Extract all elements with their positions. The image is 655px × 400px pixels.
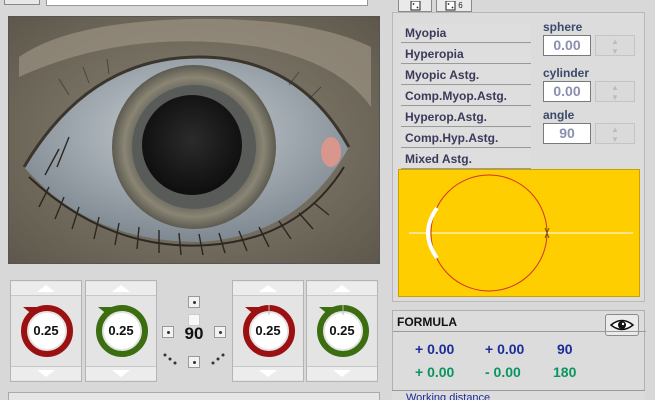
random-die-multi-button[interactable]: 6 xyxy=(436,0,472,12)
diagnosis-mixed-astigmatism[interactable]: Mixed Astg. xyxy=(401,149,531,169)
view-eye-button[interactable] xyxy=(605,314,639,336)
die-count-label: 6 xyxy=(458,1,463,10)
axis-right-button[interactable] xyxy=(214,326,226,338)
lens-minus-sphere: 0.25 xyxy=(10,280,82,382)
lens-power-value: 0.25 xyxy=(108,323,134,338)
top-left-button[interactable] xyxy=(4,0,40,5)
sphere-label: sphere xyxy=(543,20,583,34)
arrow-down-icon xyxy=(37,370,55,377)
formula-transposed-sphere: + 0.00 xyxy=(415,364,455,380)
lens-plus-sphere: 0.25 xyxy=(85,280,157,382)
cylinder-spinner[interactable]: ▲ ▼ xyxy=(595,81,635,102)
die-icon xyxy=(445,0,456,10)
eye-illustration xyxy=(9,17,379,263)
arrow-up-icon xyxy=(37,285,55,292)
working-distance-label: Working distance xyxy=(406,392,491,400)
diagnosis-hyperopia[interactable]: Hyperopia xyxy=(401,44,531,64)
dot-icon xyxy=(192,360,196,364)
diagnosis-myopia[interactable]: Myopia xyxy=(401,23,531,43)
formula-title: FORMULA xyxy=(397,315,457,329)
decrease-button[interactable] xyxy=(307,366,377,380)
formula-sphere: + 0.00 xyxy=(415,341,455,357)
lens-power-value: 0.25 xyxy=(33,323,59,338)
angle-label: angle xyxy=(543,108,575,122)
lens-power-value: 0.25 xyxy=(255,323,281,338)
formula-transposed-axis: 180 xyxy=(553,364,577,380)
formula-panel: FORMULA + 0.00 + 0.00 90 + 0.00 - 0.00 1… xyxy=(392,310,646,392)
arrow-down-icon xyxy=(333,370,351,377)
diagnosis-hyperopic-astigmatism[interactable]: Hyperop.Astg. xyxy=(401,107,531,127)
formula-axis: 90 xyxy=(557,341,573,357)
eye-image xyxy=(8,16,380,264)
axis-rotate-left-icon[interactable] xyxy=(162,352,180,366)
diagnosis-list: Myopia Hyperopia Myopic Astg. Comp.Myop.… xyxy=(401,23,531,170)
spin-down-icon[interactable]: ▼ xyxy=(596,134,634,144)
spin-down-icon[interactable]: ▼ xyxy=(596,92,634,102)
lens-power-value: 0.25 xyxy=(329,323,355,338)
refraction-diagram xyxy=(398,169,640,297)
lens-controls: 0.25 0.25 90 0.25 0.25 xyxy=(8,278,380,384)
arrow-up-icon xyxy=(112,285,130,292)
refraction-panel: Myopia Hyperopia Myopic Astg. Comp.Myop.… xyxy=(392,12,645,302)
arrow-up-icon xyxy=(259,285,277,292)
diagnosis-compound-myopic-astigmatism[interactable]: Comp.Myop.Astg. xyxy=(401,86,531,106)
formula-transposed-cylinder: - 0.00 xyxy=(485,364,521,380)
angle-field[interactable]: 90 xyxy=(543,123,591,144)
spin-down-icon[interactable]: ▼ xyxy=(596,46,634,56)
increase-button[interactable] xyxy=(233,282,303,296)
cylinder-field[interactable]: 0.00 xyxy=(543,81,591,102)
diagnosis-compound-hyperopic-astigmatism[interactable]: Comp.Hyp.Astg. xyxy=(401,128,531,148)
top-text-field[interactable] xyxy=(46,0,368,6)
formula-cylinder: + 0.00 xyxy=(485,341,525,357)
lens-plus-cylinder: 0.25 xyxy=(306,280,378,382)
formula-divider xyxy=(393,331,646,332)
dot-icon xyxy=(218,330,222,334)
cylinder-label: cylinder xyxy=(543,66,590,80)
axis-down-button[interactable] xyxy=(188,356,200,368)
eye-cross-section-diagram xyxy=(409,174,633,292)
axis-up-button[interactable] xyxy=(188,296,200,308)
axis-control: 90 xyxy=(160,280,228,382)
arrow-down-icon xyxy=(259,370,277,377)
arrow-up-icon xyxy=(333,285,351,292)
sphere-spinner[interactable]: ▲ ▼ xyxy=(595,35,635,56)
eye-icon xyxy=(610,319,634,331)
axis-left-button[interactable] xyxy=(162,326,174,338)
lens-minus-cylinder: 0.25 xyxy=(232,280,304,382)
increase-button[interactable] xyxy=(307,282,377,296)
sphere-field[interactable]: 0.00 xyxy=(543,35,591,56)
spin-up-icon[interactable]: ▲ xyxy=(596,36,634,46)
axis-rotate-right-icon[interactable] xyxy=(208,352,226,366)
diagnosis-myopic-astigmatism[interactable]: Myopic Astg. xyxy=(401,65,531,85)
working-distance-panel: Working distance xyxy=(392,390,645,400)
increase-button[interactable] xyxy=(86,282,156,296)
axis-value: 90 xyxy=(184,324,204,343)
die-icon xyxy=(410,0,421,10)
increase-button[interactable] xyxy=(11,282,81,296)
decrease-button[interactable] xyxy=(233,366,303,380)
decrease-button[interactable] xyxy=(11,366,81,380)
random-die-button[interactable] xyxy=(398,0,432,12)
decrease-button[interactable] xyxy=(86,366,156,380)
spin-up-icon[interactable]: ▲ xyxy=(596,124,634,134)
arrow-down-icon xyxy=(112,370,130,377)
dot-icon xyxy=(166,330,170,334)
dot-icon xyxy=(192,300,196,304)
angle-spinner[interactable]: ▲ ▼ xyxy=(595,123,635,144)
app-window: 6 Myopia Hyperopia Myopic Astg. Comp.Myo… xyxy=(0,0,655,400)
bottom-status-field xyxy=(8,392,380,400)
spin-up-icon[interactable]: ▲ xyxy=(596,82,634,92)
